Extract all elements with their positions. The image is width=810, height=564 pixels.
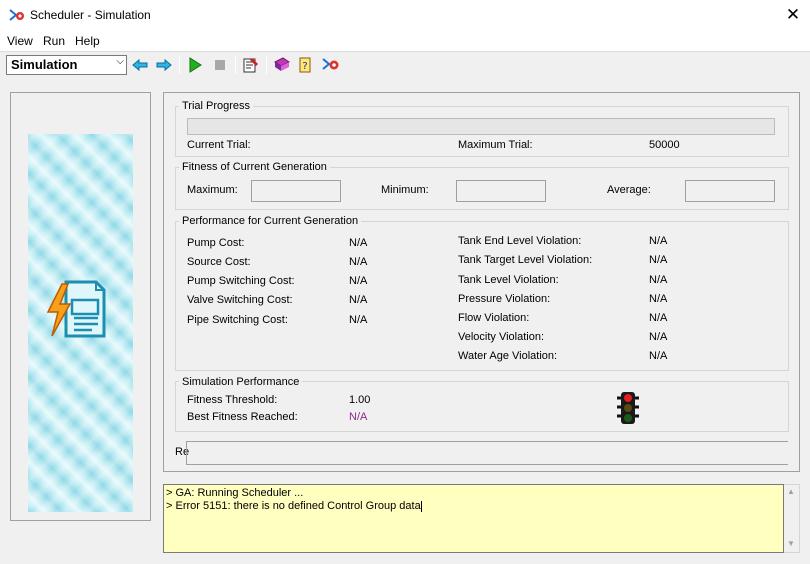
trial-progress-bar [187, 118, 775, 135]
water-age-violation-label: Water Age Violation: [458, 350, 558, 362]
fitness-minimum-label: Minimum: [381, 184, 429, 196]
source-cost-value: N/A [349, 256, 368, 268]
back-arrow-icon[interactable] [131, 56, 149, 74]
velocity-violation-label: Velocity Violation: [458, 331, 545, 343]
help-icon[interactable]: ? [297, 56, 315, 74]
menu-run[interactable]: Run [43, 34, 65, 48]
trial-progress-title: Trial Progress [179, 100, 254, 112]
chevron-down-icon: ⌵ [116, 56, 124, 67]
book-icon[interactable] [273, 56, 291, 74]
traffic-light-icon [617, 392, 639, 424]
water-age-violation-value: N/A [649, 350, 668, 362]
tank-end-level-violation-label: Tank End Level Violation: [458, 235, 582, 247]
menu-bar: View Run Help [0, 31, 810, 51]
pump-switching-cost-value: N/A [349, 275, 368, 287]
velocity-violation-value: N/A [649, 331, 668, 343]
pump-switching-cost-label: Pump Switching Cost: [187, 275, 295, 287]
tank-level-violation-value: N/A [649, 274, 668, 286]
toolbar-separator [266, 56, 267, 74]
tank-target-level-violation-value: N/A [649, 254, 668, 266]
scheduler-document-icon [46, 280, 106, 338]
simulation-performance-group [175, 381, 789, 432]
toolbar: Simulation ⌵ ? [0, 51, 810, 77]
maximum-trial-label: Maximum Trial: [458, 139, 533, 151]
log-line: > GA: Running Scheduler ... [166, 487, 304, 499]
svg-text:?: ? [302, 61, 307, 72]
pressure-violation-value: N/A [649, 293, 668, 305]
flow-violation-value: N/A [649, 312, 668, 324]
toolbar-separator [179, 56, 180, 74]
tank-target-level-violation-label: Tank Target Level Violation: [458, 254, 593, 266]
results-box [186, 441, 788, 465]
log-line-text: > Error 5151: there is no defined Contro… [166, 500, 421, 512]
menu-view[interactable]: View [7, 34, 33, 48]
valve-switching-cost-label: Valve Switching Cost: [187, 294, 293, 306]
pump-cost-label: Pump Cost: [187, 237, 245, 249]
fitness-average-label: Average: [607, 184, 651, 196]
fitness-threshold-value: 1.00 [349, 394, 371, 406]
tank-end-level-violation-value: N/A [649, 235, 668, 247]
best-fitness-label: Best Fitness Reached: [187, 411, 298, 423]
stop-icon[interactable] [211, 56, 229, 74]
scroll-down-icon[interactable]: ▼ [787, 539, 795, 548]
fitness-maximum-label: Maximum: [187, 184, 238, 196]
fitness-title: Fitness of Current Generation [179, 161, 330, 173]
mode-select-value: Simulation [11, 57, 78, 72]
forward-arrow-icon[interactable] [155, 56, 173, 74]
fitness-maximum-field [251, 180, 341, 202]
pump-cost-value: N/A [349, 237, 368, 249]
settings-icon[interactable] [242, 56, 260, 74]
best-fitness-value: N/A [349, 411, 368, 423]
window-title: Scheduler - Simulation [30, 8, 151, 22]
text-caret [420, 500, 422, 512]
toolbar-separator [235, 56, 236, 74]
message-log[interactable]: > GA: Running Scheduler ... > Error 5151… [163, 484, 784, 553]
scheduler-app-icon [9, 9, 24, 21]
flow-violation-label: Flow Violation: [458, 312, 530, 324]
performance-title: Performance for Current Generation [179, 215, 362, 227]
fitness-minimum-field [456, 180, 546, 202]
pressure-violation-label: Pressure Violation: [458, 293, 551, 305]
close-button[interactable]: ✕ [776, 4, 810, 26]
simulation-performance-title: Simulation Performance [179, 376, 303, 388]
scheduler-icon[interactable] [322, 56, 340, 74]
log-scrollbar[interactable]: ▲ ▼ [784, 484, 800, 553]
title-bar: Scheduler - Simulation ✕ [0, 0, 810, 31]
source-cost-label: Source Cost: [187, 256, 251, 268]
fitness-threshold-label: Fitness Threshold: [187, 394, 278, 406]
fitness-average-field [685, 180, 775, 202]
run-icon[interactable] [186, 56, 204, 74]
scroll-up-icon[interactable]: ▲ [787, 487, 795, 496]
log-line-error: > Error 5151: there is no defined Contro… [166, 500, 783, 513]
menu-help[interactable]: Help [75, 34, 100, 48]
current-trial-label: Current Trial: [187, 139, 251, 151]
pipe-switching-cost-value: N/A [349, 314, 368, 326]
close-icon: ✕ [785, 5, 801, 24]
mode-select[interactable]: Simulation ⌵ [6, 55, 127, 75]
maximum-trial-value: 50000 [649, 139, 680, 151]
valve-switching-cost-value: N/A [349, 294, 368, 306]
pipe-switching-cost-label: Pipe Switching Cost: [187, 314, 288, 326]
tank-level-violation-label: Tank Level Violation: [458, 274, 559, 286]
